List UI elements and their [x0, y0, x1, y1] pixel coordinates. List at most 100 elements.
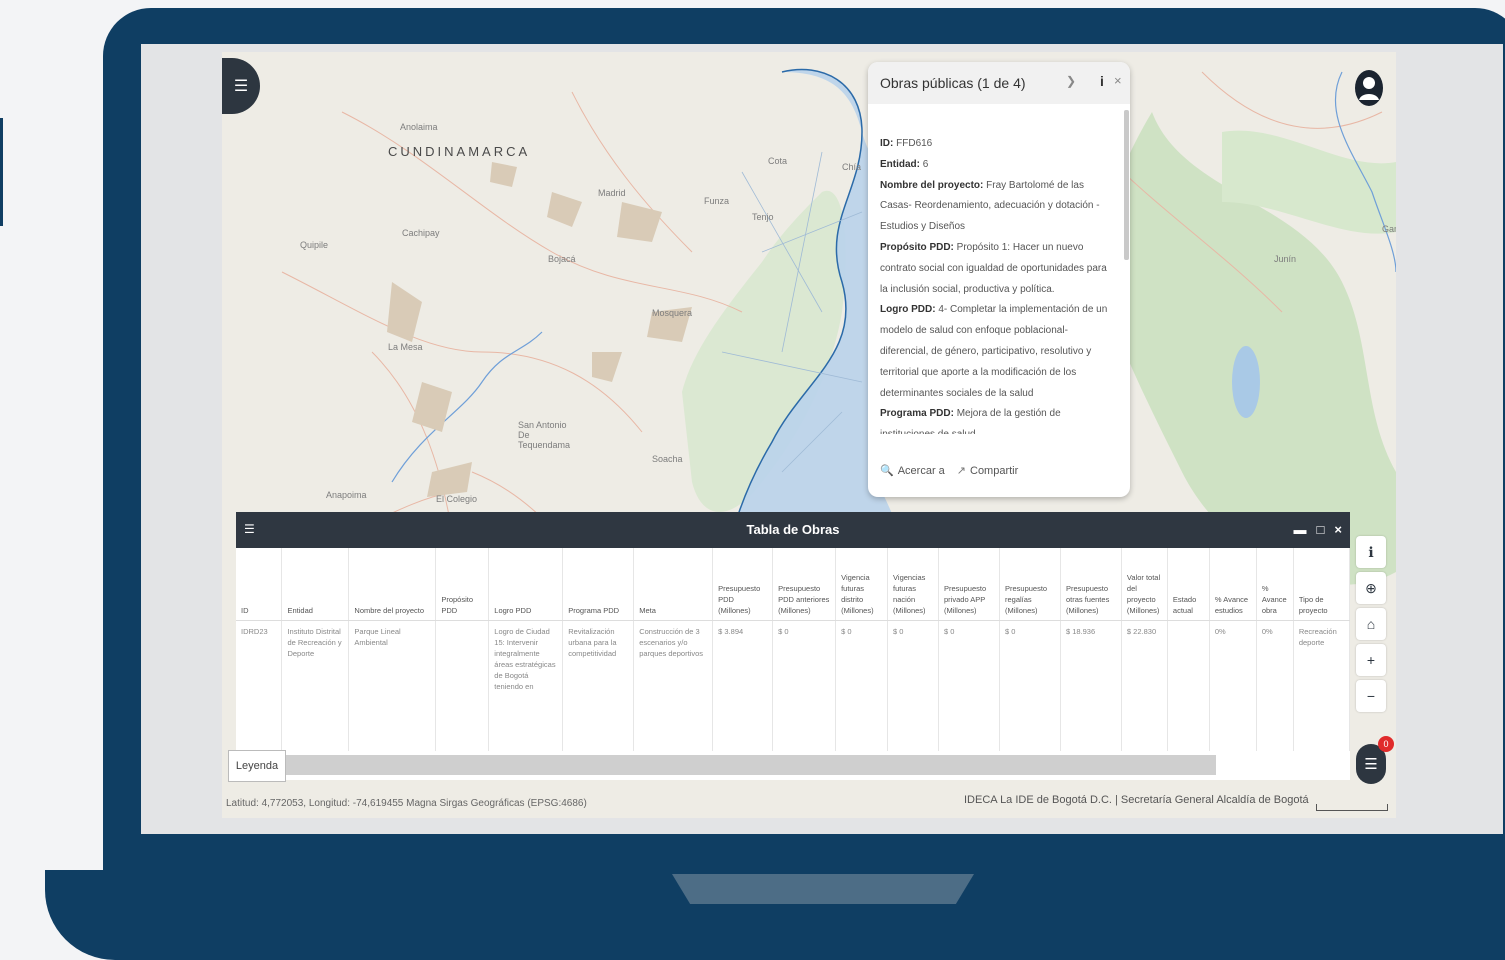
map-app-screen: CUNDINAMARCA Anolaima Quipile Cachipay B…	[222, 52, 1396, 818]
column-header[interactable]: Logro PDD	[488, 548, 564, 621]
column-header[interactable]: Presupuesto otras fuentes (Millones)	[1060, 548, 1122, 621]
popup-actions: 🔍 Acercar a ↗ Compartir	[880, 464, 1018, 477]
popup-field: Logro PDD: 4- Completar la implementació…	[880, 304, 1108, 399]
popup-field: ID: FFD616	[880, 138, 933, 149]
column-header[interactable]: Vigencia futuras distrito (Millones)	[835, 548, 889, 621]
legend-button[interactable]: Leyenda	[228, 750, 286, 782]
popup-field: Propósito PDD: Propósito 1: Hacer un nue…	[880, 241, 1107, 295]
zoom-in-icon: 🔍	[880, 465, 894, 477]
map-label: Madrid	[598, 188, 626, 198]
laptop-notch	[672, 874, 974, 904]
table-cell: Parque Lineal Ambiental	[348, 620, 437, 751]
scale-bar	[1316, 804, 1388, 811]
column-header[interactable]: Entidad	[281, 548, 350, 621]
column-header[interactable]: Tipo de proyecto	[1293, 548, 1350, 621]
home-icon: ⌂	[1366, 616, 1376, 632]
column-header[interactable]: ID	[236, 548, 283, 621]
background-accent-line	[0, 118, 3, 226]
column-header[interactable]: Presupuesto regalías (Millones)	[999, 548, 1061, 621]
zoom-out-button[interactable]: −	[1356, 680, 1386, 712]
table-cell: $ 22.830	[1121, 620, 1168, 751]
table-cell: $ 3.894	[712, 620, 774, 751]
user-account-button[interactable]	[1352, 68, 1386, 108]
map-label: Soacha	[652, 454, 683, 464]
map-label: Junín	[1274, 254, 1297, 264]
table-cell: 0%	[1209, 620, 1257, 751]
layers-count-badge: 0	[1378, 736, 1394, 752]
plus-icon: +	[1366, 652, 1376, 668]
table-header-row: ID Entidad Nombre del proyecto Propósito…	[236, 548, 1350, 621]
info-icon: ℹ	[1368, 543, 1374, 560]
column-header[interactable]: Presupuesto PDD anteriores (Millones)	[772, 548, 837, 621]
attribution-text: IDECA La IDE de Bogotá D.C. | Secretaría…	[964, 794, 1309, 806]
map-label: Funza	[704, 196, 730, 206]
locate-button[interactable]: ⊕	[1356, 572, 1386, 604]
layers-icon: ☰	[1364, 756, 1378, 773]
zoom-to-action[interactable]: 🔍 Acercar a	[880, 464, 945, 477]
column-header[interactable]: Presupuesto privado APP (Millones)	[938, 548, 1000, 621]
popup-scrollbar[interactable]	[1124, 110, 1129, 260]
table-cell: Logro de Ciudad 15: Intervenir integralm…	[488, 620, 564, 751]
popup-field: Entidad: 6	[880, 158, 929, 170]
hamburger-icon: ☰	[233, 78, 249, 95]
column-header[interactable]: Estado actual	[1167, 548, 1210, 621]
map-label: La Mesa	[388, 342, 423, 352]
info-icon[interactable]: i	[1100, 73, 1104, 89]
home-button[interactable]: ⌂	[1356, 608, 1386, 640]
table-cell: $ 0	[938, 620, 1000, 751]
column-header[interactable]: Presupuesto PDD (Millones)	[712, 548, 774, 621]
table-cell: $ 0	[887, 620, 940, 751]
zoom-in-button[interactable]: +	[1356, 644, 1386, 676]
map-tools: ℹ ⊕ ⌂ + −	[1356, 536, 1390, 712]
close-icon[interactable]: ×	[1334, 522, 1342, 537]
map-label: Quipile	[300, 240, 329, 250]
table-row[interactable]: IDRD23 Instituto Distrital de Recreación…	[236, 620, 1350, 751]
map-label: Anolaima	[400, 122, 438, 132]
popup-field: Programa PDD: Mejora de la gestión de in…	[880, 408, 1061, 434]
table-cell: $ 0	[772, 620, 837, 751]
map-label: Tenjo	[752, 212, 774, 222]
table-cell: $ 18.936	[1060, 620, 1122, 751]
column-header[interactable]: Programa PDD	[562, 548, 635, 621]
table-header-bar: ☰ Tabla de Obras ▬ □ ×	[236, 512, 1350, 548]
map-label: Cachipay	[402, 228, 440, 238]
works-table: ID Entidad Nombre del proyecto Propósito…	[236, 548, 1350, 751]
user-icon	[1355, 70, 1383, 106]
map-label: CUNDINAMARCA	[388, 144, 531, 159]
next-feature-icon[interactable]: ❯	[1066, 74, 1076, 88]
column-header[interactable]: % Avance obra	[1256, 548, 1294, 621]
map-label: Anapoima	[326, 490, 367, 500]
crosshair-icon: ⊕	[1365, 579, 1377, 596]
column-header[interactable]: Nombre del proyecto	[348, 548, 437, 621]
popup-header: Obras públicas (1 de 4) ❯ i ×	[868, 62, 1130, 104]
table-horizontal-scrollbar[interactable]	[236, 755, 1216, 775]
map-label: Bojacá	[548, 254, 576, 264]
info-tool-button[interactable]: ℹ	[1356, 536, 1386, 568]
reservoir	[1232, 346, 1260, 418]
table-cell: Revitalización urbana para la competitiv…	[562, 620, 635, 751]
map-label: Chía	[842, 162, 862, 172]
map-label: Mosquera	[652, 308, 693, 318]
share-action[interactable]: ↗ Compartir	[957, 464, 1019, 477]
share-icon: ↗	[956, 465, 966, 477]
map-label: San Antonio De Tequendama	[518, 420, 571, 450]
column-header[interactable]: Vigencias futuras nación (Millones)	[887, 548, 940, 621]
column-header[interactable]: Propósito PDD	[435, 548, 490, 621]
table-cell: Instituto Distrital de Recreación y Depo…	[281, 620, 350, 751]
maximize-icon[interactable]: □	[1317, 522, 1325, 537]
column-header[interactable]: Meta	[633, 548, 714, 621]
table-cell: $ 0	[999, 620, 1061, 751]
window-controls: ▬ □ ×	[1294, 522, 1342, 537]
table-cell	[1167, 620, 1210, 751]
minimize-icon[interactable]: ▬	[1294, 522, 1307, 537]
table-cell: IDRD23	[236, 620, 283, 751]
table-cell	[435, 620, 490, 751]
table-cell: Recreación deporte	[1293, 620, 1350, 751]
table-cell: $ 0	[835, 620, 889, 751]
table-cell: Construcción de 3 escenarios y/o parques…	[633, 620, 714, 751]
coordinates-readout: Latitud: 4,772053, Longitud: -74,619455 …	[226, 798, 587, 809]
column-header[interactable]: Valor total del proyecto (Millones)	[1121, 548, 1168, 621]
close-icon[interactable]: ×	[1114, 73, 1122, 88]
column-header[interactable]: % Avance estudios	[1209, 548, 1257, 621]
table-cell: 0%	[1256, 620, 1294, 751]
